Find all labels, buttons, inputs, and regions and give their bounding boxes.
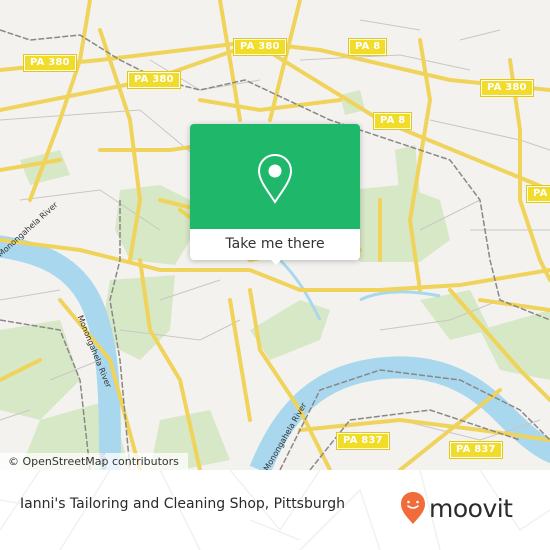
road-shield-pa-380: PA 380 (233, 38, 287, 56)
moovit-logo[interactable]: moovit (400, 488, 513, 528)
road-shield-pa-380: PA 380 (127, 71, 181, 89)
road-shield-pa-8: PA 8 (347, 38, 388, 56)
road-shield-pa-380: PA 380 (480, 79, 534, 97)
map-pin-icon (257, 153, 293, 204)
road-shield-pa-8: PA 8 (372, 112, 413, 130)
take-me-there-button[interactable]: Take me there (190, 229, 360, 260)
road-shield-pa-837: PA 837 (449, 441, 503, 459)
road-shield-pa-837: PA 837 (336, 432, 390, 450)
moovit-wordmark: moovit (429, 493, 513, 523)
popup-pointer (268, 257, 284, 265)
footer-bar: Ianni's Tailoring and Cleaning Shop, Pit… (0, 470, 550, 550)
place-name: Ianni's Tailoring and Cleaning Shop, Pit… (20, 496, 346, 512)
popup-header (190, 124, 360, 229)
road-shield-pa-8: PA 8 (525, 185, 550, 203)
moovit-pin-smile-icon (401, 492, 425, 524)
map-attribution[interactable]: © OpenStreetMap contributors (0, 453, 188, 470)
road-shield-pa-380: PA 380 (23, 54, 77, 72)
location-popup[interactable]: Take me there (190, 124, 360, 265)
map-view[interactable]: PA 380 PA 380 PA 380 PA 8 PA 8 PA 380 PA… (0, 0, 550, 470)
